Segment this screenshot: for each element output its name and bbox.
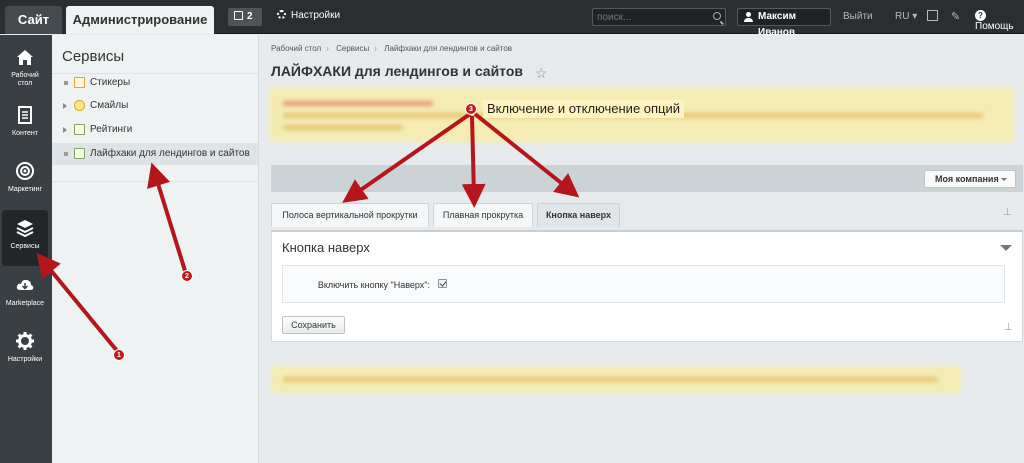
user-name: Максим Иванов [758, 11, 796, 38]
search-icon[interactable] [713, 12, 721, 20]
logout-link[interactable]: Выйти [843, 11, 873, 22]
breadcrumb-item[interactable]: Сервисы [336, 44, 369, 53]
window-icon[interactable] [927, 10, 938, 21]
user-menu[interactable]: Максим Иванов [737, 8, 831, 38]
settings-link[interactable]: Настройки [277, 10, 340, 21]
breadcrumb-item[interactable]: Рабочий стол [271, 44, 321, 53]
notifications-button[interactable]: 2 [228, 8, 262, 26]
panel-title: Кнопка наверх [282, 240, 370, 255]
chevron-down-icon [1001, 178, 1007, 181]
sidebar-item-lifehacks[interactable]: Лайфхаки для лендингов и сайтов [52, 143, 258, 165]
bullet-icon [64, 81, 68, 85]
smiley-icon [74, 100, 85, 111]
layers-icon [16, 220, 34, 238]
language-code: RU [895, 11, 910, 22]
sidebar-item-stickers[interactable]: Стикеры [52, 72, 258, 94]
company-selector-label: Моя компания [935, 174, 999, 184]
toolbar-strip: Моя компания [271, 165, 1023, 192]
nav-label: Marketplace [5, 300, 45, 307]
sidebar-item-label: Стикеры [90, 77, 131, 88]
search-box [592, 8, 726, 26]
nav-item-marketing[interactable]: Маркетинг [2, 153, 48, 209]
tab-scroll-to-top[interactable]: Кнопка наверх [537, 203, 620, 227]
nav-label: Контент [12, 130, 38, 137]
tab-vertical-scrollbar[interactable]: Полоса вертикальной прокрутки [271, 203, 429, 227]
home-icon [17, 50, 33, 65]
notification-icon [234, 11, 243, 20]
document-icon [18, 106, 32, 124]
annotation-badge-1: 1 [113, 349, 125, 361]
breadcrumb: Рабочий стол › Сервисы › Лайфхаки для ленд… [271, 44, 517, 53]
gear-icon [277, 10, 286, 19]
nav-label: Сервисы [10, 243, 40, 250]
favorite-star-icon[interactable]: ☆ [535, 65, 548, 82]
breadcrumb-separator-icon: › [326, 44, 329, 53]
nav-item-marketplace[interactable]: Marketplace [2, 267, 48, 323]
cloud-download-icon [16, 279, 34, 290]
sidebar: Сервисы Стикеры Смайлы Рейтинги Лайфхаки… [52, 35, 259, 463]
nav-item-settings[interactable]: Настройки [2, 323, 48, 379]
sticker-icon [74, 77, 85, 88]
settings-panel: Кнопка наверх Включить кнопку "Наверх": … [271, 230, 1023, 342]
breadcrumb-item[interactable]: Лайфхаки для лендингов и сайтов [384, 44, 512, 53]
expand-arrow-icon[interactable] [63, 103, 67, 109]
option-row: Включить кнопку "Наверх": [282, 265, 1005, 303]
nav-label: стол [17, 80, 33, 87]
divider [52, 181, 258, 182]
pin-icon[interactable]: ✎ [951, 10, 960, 23]
option-label: Включить кнопку "Наверх": [317, 280, 430, 290]
help-icon: ? [975, 10, 986, 21]
nav-item-desktop[interactable]: Рабочий стол [2, 39, 48, 95]
sidebar-item-label: Смайлы [90, 100, 129, 111]
gear-icon [16, 332, 34, 350]
nav-item-content[interactable]: Контент [2, 97, 48, 153]
sidebar-item-label: Лайфхаки для лендингов и сайтов [90, 148, 250, 159]
company-selector[interactable]: Моя компания [924, 170, 1016, 188]
tab-smooth-scroll[interactable]: Плавная прокрутка [433, 203, 533, 227]
module-icon [74, 124, 85, 135]
notifications-count: 2 [247, 11, 253, 22]
scroll-top-checkbox[interactable] [438, 279, 447, 288]
annotation-badge-2: 2 [181, 270, 193, 282]
sidebar-item-ratings[interactable]: Рейтинги [52, 119, 258, 141]
nav-label: Рабочий [11, 72, 39, 79]
expand-arrow-icon[interactable] [63, 127, 67, 133]
sidebar-title: Сервисы [62, 48, 125, 65]
collapse-icon[interactable] [1000, 245, 1012, 251]
tab-administration[interactable]: Администрирование [66, 6, 214, 34]
bullet-icon [64, 152, 68, 156]
annotation-label: Включение и отключение опций [483, 100, 685, 118]
target-icon [16, 162, 34, 180]
nav-label: Настройки [7, 356, 43, 363]
module-icon [74, 148, 85, 159]
tab-site[interactable]: Сайт [5, 6, 62, 34]
search-input[interactable] [597, 10, 707, 24]
sidebar-item-smileys[interactable]: Смайлы [52, 95, 258, 117]
pin-icon[interactable]: ⊥ [1003, 207, 1012, 218]
language-selector[interactable]: RU ▾ [895, 11, 917, 22]
page-title: ЛАЙФХАКИ для лендингов и сайтов [271, 63, 523, 79]
pin-icon[interactable]: ⊥ [1004, 322, 1013, 333]
sidebar-item-label: Рейтинги [90, 124, 133, 135]
save-button[interactable]: Сохранить [282, 316, 345, 334]
help-link[interactable]: ?Помощь [975, 10, 1024, 32]
nav-item-services[interactable]: Сервисы [2, 210, 48, 266]
settings-label: Настройки [291, 10, 341, 21]
main-menu: Рабочий стол Контент Маркетинг Сервисы Ma… [0, 35, 52, 463]
nav-label: Маркетинг [7, 186, 43, 193]
top-bar: Сайт Администрирование 2 Настройки Макси… [0, 0, 1024, 38]
help-label: Помощь [975, 21, 1014, 32]
blurred-notice-bottom [271, 366, 961, 393]
user-icon [744, 12, 753, 22]
breadcrumb-separator-icon: › [374, 44, 377, 53]
annotation-badge-3: 3 [465, 103, 477, 115]
